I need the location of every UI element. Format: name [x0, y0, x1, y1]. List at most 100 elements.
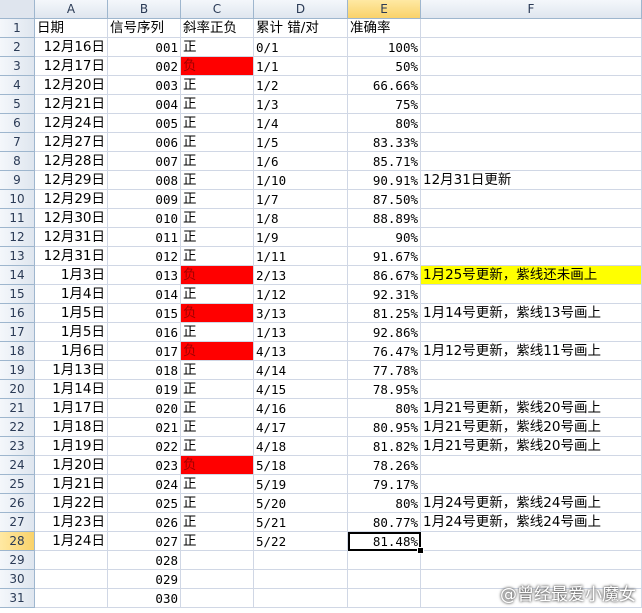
- slope-sign-cell[interactable]: 正: [181, 95, 254, 114]
- cumulative-cell[interactable]: 1/1: [254, 57, 348, 76]
- signal-seq-cell[interactable]: 021: [108, 418, 181, 437]
- accuracy-cell[interactable]: 79.17%: [348, 475, 421, 494]
- cumulative-cell[interactable]: 1/11: [254, 247, 348, 266]
- cumulative-cell[interactable]: 1/9: [254, 228, 348, 247]
- row-header-14[interactable]: 14: [0, 266, 35, 285]
- slope-sign-cell[interactable]: [181, 570, 254, 589]
- slope-sign-cell[interactable]: 正: [181, 323, 254, 342]
- slope-sign-cell[interactable]: 正: [181, 247, 254, 266]
- accuracy-cell[interactable]: 81.82%: [348, 437, 421, 456]
- date-cell[interactable]: 12月20日: [35, 76, 108, 95]
- cumulative-cell[interactable]: 1/13: [254, 323, 348, 342]
- slope-sign-cell[interactable]: 正: [181, 418, 254, 437]
- date-cell[interactable]: [35, 551, 108, 570]
- accuracy-cell[interactable]: 92.31%: [348, 285, 421, 304]
- row-header-8[interactable]: 8: [0, 152, 35, 171]
- date-cell[interactable]: 12月28日: [35, 152, 108, 171]
- selected-cell[interactable]: 81.48%: [348, 532, 421, 551]
- note-cell[interactable]: 1月21号更新，紫线20号画上: [421, 437, 642, 456]
- note-cell[interactable]: [421, 532, 642, 551]
- accuracy-cell[interactable]: 88.89%: [348, 209, 421, 228]
- accuracy-cell[interactable]: 50%: [348, 57, 421, 76]
- note-cell[interactable]: 1月21号更新，紫线20号画上: [421, 418, 642, 437]
- date-cell[interactable]: 1月5日: [35, 323, 108, 342]
- signal-seq-cell[interactable]: 022: [108, 437, 181, 456]
- signal-seq-cell[interactable]: 029: [108, 570, 181, 589]
- header-slope-sign[interactable]: 斜率正负: [181, 19, 254, 38]
- slope-sign-cell[interactable]: 正: [181, 532, 254, 551]
- signal-seq-cell[interactable]: 020: [108, 399, 181, 418]
- date-cell[interactable]: 12月21日: [35, 95, 108, 114]
- note-cell[interactable]: [421, 209, 642, 228]
- signal-seq-cell[interactable]: 009: [108, 190, 181, 209]
- row-header-3[interactable]: 3: [0, 57, 35, 76]
- row-header-5[interactable]: 5: [0, 95, 35, 114]
- cumulative-cell[interactable]: 1/8: [254, 209, 348, 228]
- signal-seq-cell[interactable]: 024: [108, 475, 181, 494]
- accuracy-cell[interactable]: 76.47%: [348, 342, 421, 361]
- slope-sign-cell[interactable]: 正: [181, 76, 254, 95]
- date-cell[interactable]: 12月31日: [35, 228, 108, 247]
- slope-sign-cell[interactable]: 正: [181, 228, 254, 247]
- signal-seq-cell[interactable]: 003: [108, 76, 181, 95]
- header-notes[interactable]: [421, 19, 642, 38]
- slope-sign-cell[interactable]: 正: [181, 494, 254, 513]
- date-cell[interactable]: [35, 589, 108, 608]
- row-header-6[interactable]: 6: [0, 114, 35, 133]
- cumulative-cell[interactable]: [254, 551, 348, 570]
- note-cell[interactable]: [421, 95, 642, 114]
- note-cell[interactable]: [421, 551, 642, 570]
- column-header-a[interactable]: A: [35, 0, 108, 19]
- row-header-9[interactable]: 9: [0, 171, 35, 190]
- column-header-b[interactable]: B: [108, 0, 181, 19]
- cumulative-cell[interactable]: 4/15: [254, 380, 348, 399]
- signal-seq-cell[interactable]: 014: [108, 285, 181, 304]
- date-cell[interactable]: 12月24日: [35, 114, 108, 133]
- row-header-4[interactable]: 4: [0, 76, 35, 95]
- row-header-31[interactable]: 31: [0, 589, 35, 608]
- cumulative-cell[interactable]: 4/17: [254, 418, 348, 437]
- signal-seq-cell[interactable]: 004: [108, 95, 181, 114]
- row-header-28[interactable]: 28: [0, 532, 35, 551]
- signal-seq-cell[interactable]: 015: [108, 304, 181, 323]
- row-header-21[interactable]: 21: [0, 399, 35, 418]
- signal-seq-cell[interactable]: 023: [108, 456, 181, 475]
- signal-seq-cell[interactable]: 013: [108, 266, 181, 285]
- note-cell[interactable]: 1月24号更新，紫线24号画上: [421, 494, 642, 513]
- row-header-17[interactable]: 17: [0, 323, 35, 342]
- date-cell[interactable]: 12月29日: [35, 171, 108, 190]
- date-cell[interactable]: [35, 570, 108, 589]
- cumulative-cell[interactable]: 1/3: [254, 95, 348, 114]
- date-cell[interactable]: 1月19日: [35, 437, 108, 456]
- accuracy-cell[interactable]: 81.25%: [348, 304, 421, 323]
- row-header-16[interactable]: 16: [0, 304, 35, 323]
- date-cell[interactable]: 12月31日: [35, 247, 108, 266]
- date-cell[interactable]: 12月17日: [35, 57, 108, 76]
- signal-seq-cell[interactable]: 030: [108, 589, 181, 608]
- row-header-11[interactable]: 11: [0, 209, 35, 228]
- accuracy-cell[interactable]: [348, 589, 421, 608]
- signal-seq-cell[interactable]: 001: [108, 38, 181, 57]
- row-header-19[interactable]: 19: [0, 361, 35, 380]
- spreadsheet-grid[interactable]: A B C D E F 1 日期 信号序列 斜率正负 累计 错/对 准确率 2 12月16日 001 正 0/1…: [0, 0, 642, 613]
- accuracy-cell[interactable]: 75%: [348, 95, 421, 114]
- column-header-e[interactable]: E: [348, 0, 421, 19]
- note-cell[interactable]: [421, 57, 642, 76]
- cumulative-cell[interactable]: 4/18: [254, 437, 348, 456]
- cumulative-cell[interactable]: 2/13: [254, 266, 348, 285]
- cumulative-cell[interactable]: 1/6: [254, 152, 348, 171]
- note-cell[interactable]: [421, 152, 642, 171]
- signal-seq-cell[interactable]: 026: [108, 513, 181, 532]
- cumulative-cell[interactable]: 1/2: [254, 76, 348, 95]
- note-cell[interactable]: [421, 361, 642, 380]
- cumulative-cell[interactable]: 3/13: [254, 304, 348, 323]
- accuracy-cell[interactable]: 85.71%: [348, 152, 421, 171]
- note-cell[interactable]: [421, 475, 642, 494]
- accuracy-cell[interactable]: 87.50%: [348, 190, 421, 209]
- accuracy-cell[interactable]: 77.78%: [348, 361, 421, 380]
- cumulative-cell[interactable]: 4/14: [254, 361, 348, 380]
- signal-seq-cell[interactable]: 027: [108, 532, 181, 551]
- slope-sign-cell[interactable]: 正: [181, 171, 254, 190]
- accuracy-cell[interactable]: 80.95%: [348, 418, 421, 437]
- accuracy-cell[interactable]: 80%: [348, 399, 421, 418]
